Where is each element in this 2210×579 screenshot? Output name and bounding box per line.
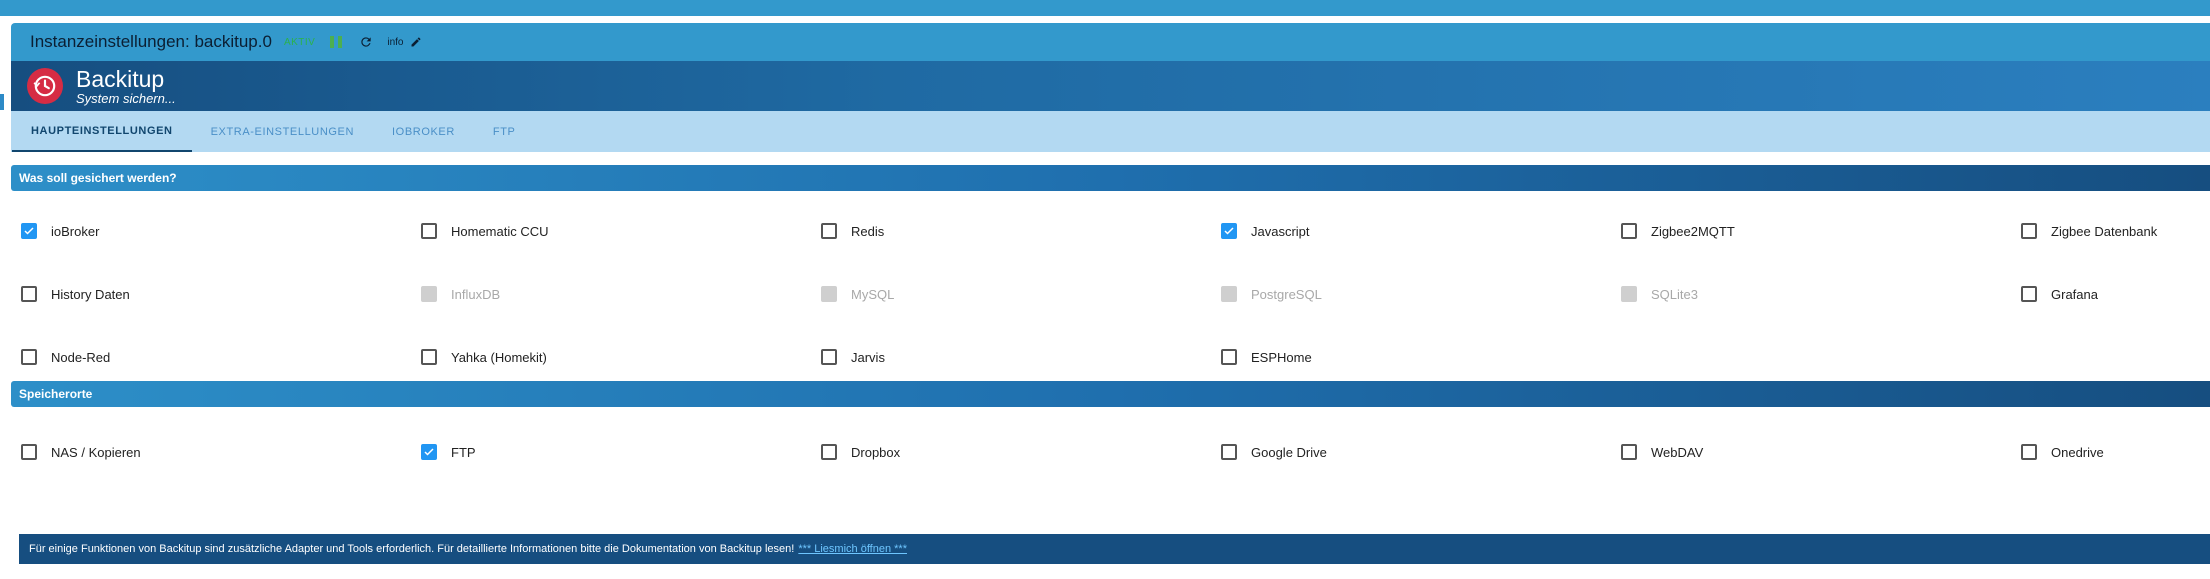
checkbox-checked-icon[interactable] bbox=[1221, 223, 1237, 239]
option-label: ESPHome bbox=[1251, 349, 1312, 365]
tab-haupteinstellungen[interactable]: HAUPTEINSTELLUNGEN bbox=[12, 111, 192, 152]
checkbox-icon[interactable] bbox=[21, 349, 37, 365]
option-javascript[interactable]: Javascript bbox=[1221, 223, 1310, 239]
app-root: Instanzeinstellungen: backitup.0 AKTIV i… bbox=[0, 0, 2210, 579]
option-webdav[interactable]: WebDAV bbox=[1621, 444, 1703, 460]
checkbox-icon bbox=[1221, 286, 1237, 302]
dialog-titlebar: Instanzeinstellungen: backitup.0 AKTIV i… bbox=[11, 23, 2210, 61]
info-footer: Für einige Funktionen von Backitup sind … bbox=[19, 534, 2210, 564]
backitup-logo-icon bbox=[27, 68, 63, 104]
settings-tabs: HAUPTEINSTELLUNGEN EXTRA-EINSTELLUNGEN I… bbox=[11, 111, 2210, 152]
option-label: ioBroker bbox=[51, 223, 100, 239]
option-zigbee-datenbank[interactable]: Zigbee Datenbank bbox=[2021, 223, 2157, 239]
tab-extra-einstellungen[interactable]: EXTRA-EINSTELLUNGEN bbox=[192, 111, 373, 152]
option-label: PostgreSQL bbox=[1251, 286, 1322, 302]
checkbox-icon[interactable] bbox=[821, 349, 837, 365]
storage-options-grid: NAS / Kopieren FTP Dropbox Google Drive WebD… bbox=[11, 407, 2210, 497]
status-indicator: AKTIV bbox=[283, 36, 316, 48]
pause-icon[interactable] bbox=[327, 33, 345, 51]
adapter-name: Backitup bbox=[76, 65, 165, 92]
option-label: SQLite3 bbox=[1651, 286, 1698, 302]
left-edge-marker bbox=[0, 94, 4, 110]
checkbox-icon[interactable] bbox=[421, 349, 437, 365]
checkbox-icon[interactable] bbox=[21, 444, 37, 460]
option-label: Node-Red bbox=[51, 349, 111, 365]
section-header-backup: Was soll gesichert werden? bbox=[11, 165, 2210, 191]
option-label: Grafana bbox=[2051, 286, 2098, 302]
checkbox-checked-icon[interactable] bbox=[21, 223, 37, 239]
option-label: Zigbee Datenbank bbox=[2051, 223, 2158, 239]
option-mysql: MySQL bbox=[821, 286, 894, 302]
option-label: InfluxDB bbox=[451, 286, 501, 302]
adapter-header: Backitup System sichern... bbox=[11, 61, 2210, 111]
option-node-red[interactable]: Node-Red bbox=[21, 349, 110, 365]
checkbox-icon[interactable] bbox=[821, 444, 837, 460]
checkbox-icon[interactable] bbox=[2021, 286, 2037, 302]
checkbox-icon bbox=[821, 286, 837, 302]
option-label: Redis bbox=[851, 223, 885, 239]
adapter-slogan: System sichern... bbox=[76, 90, 176, 106]
option-label: Zigbee2MQTT bbox=[1651, 223, 1735, 239]
adapter-title-block: Backitup System sichern... bbox=[76, 67, 176, 106]
checkbox-icon[interactable] bbox=[821, 223, 837, 239]
backup-options-grid: ioBroker Homematic CCU Redis Javascript Zigb… bbox=[11, 191, 2210, 381]
option-iobroker[interactable]: ioBroker bbox=[21, 223, 99, 239]
option-label: Onedrive bbox=[2051, 444, 2104, 460]
option-label: Javascript bbox=[1251, 223, 1310, 239]
checkbox-icon bbox=[1621, 286, 1637, 302]
tab-iobroker[interactable]: IOBROKER bbox=[373, 111, 474, 152]
top-strip bbox=[0, 0, 2210, 16]
option-influxdb: InfluxDB bbox=[421, 286, 500, 302]
option-label: Jarvis bbox=[851, 349, 885, 365]
option-sqlite3: SQLite3 bbox=[1621, 286, 1698, 302]
checkbox-icon[interactable] bbox=[1221, 349, 1237, 365]
option-redis[interactable]: Redis bbox=[821, 223, 884, 239]
checkbox-icon[interactable] bbox=[1621, 223, 1637, 239]
section-header-storage: Speicherorte bbox=[11, 381, 2210, 407]
checkbox-icon[interactable] bbox=[2021, 223, 2037, 239]
footer-text: Für einige Funktionen von Backitup sind … bbox=[29, 543, 795, 555]
option-nas-kopieren[interactable]: NAS / Kopieren bbox=[21, 444, 141, 460]
option-label: History Daten bbox=[51, 286, 130, 302]
instance-settings-panel: Instanzeinstellungen: backitup.0 AKTIV i… bbox=[11, 23, 2210, 579]
option-google-drive[interactable]: Google Drive bbox=[1221, 444, 1327, 460]
option-yahka-homekit[interactable]: Yahka (Homekit) bbox=[421, 349, 547, 365]
option-dropbox[interactable]: Dropbox bbox=[821, 444, 900, 460]
option-onedrive[interactable]: Onedrive bbox=[2021, 444, 2104, 460]
option-ftp[interactable]: FTP bbox=[421, 444, 476, 460]
option-jarvis[interactable]: Jarvis bbox=[821, 349, 885, 365]
checkbox-icon[interactable] bbox=[1621, 444, 1637, 460]
readme-link[interactable]: *** Liesmich öffnen *** bbox=[798, 543, 907, 555]
option-history-daten[interactable]: History Daten bbox=[21, 286, 130, 302]
option-label: Dropbox bbox=[851, 444, 901, 460]
option-label: NAS / Kopieren bbox=[51, 444, 141, 460]
option-label: Yahka (Homekit) bbox=[451, 349, 547, 365]
info-label[interactable]: info bbox=[387, 37, 403, 48]
dialog-title: Instanzeinstellungen: backitup.0 bbox=[30, 32, 272, 51]
option-label: FTP bbox=[451, 444, 476, 460]
checkbox-icon[interactable] bbox=[21, 286, 37, 302]
option-label: Homematic CCU bbox=[451, 223, 549, 239]
pencil-icon[interactable] bbox=[407, 33, 425, 51]
checkbox-icon[interactable] bbox=[2021, 444, 2037, 460]
option-zigbee2mqtt[interactable]: Zigbee2MQTT bbox=[1621, 223, 1735, 239]
option-label: Google Drive bbox=[1251, 444, 1327, 460]
checkbox-icon[interactable] bbox=[421, 223, 437, 239]
checkbox-icon bbox=[421, 286, 437, 302]
option-grafana[interactable]: Grafana bbox=[2021, 286, 2098, 302]
checkbox-checked-icon[interactable] bbox=[421, 444, 437, 460]
reload-icon[interactable] bbox=[357, 33, 375, 51]
option-label: MySQL bbox=[851, 286, 895, 302]
option-homematic-ccu[interactable]: Homematic CCU bbox=[421, 223, 549, 239]
option-label: WebDAV bbox=[1651, 444, 1704, 460]
tab-ftp[interactable]: FTP bbox=[474, 111, 535, 152]
checkbox-icon[interactable] bbox=[1221, 444, 1237, 460]
option-postgresql: PostgreSQL bbox=[1221, 286, 1322, 302]
option-esphome[interactable]: ESPHome bbox=[1221, 349, 1312, 365]
